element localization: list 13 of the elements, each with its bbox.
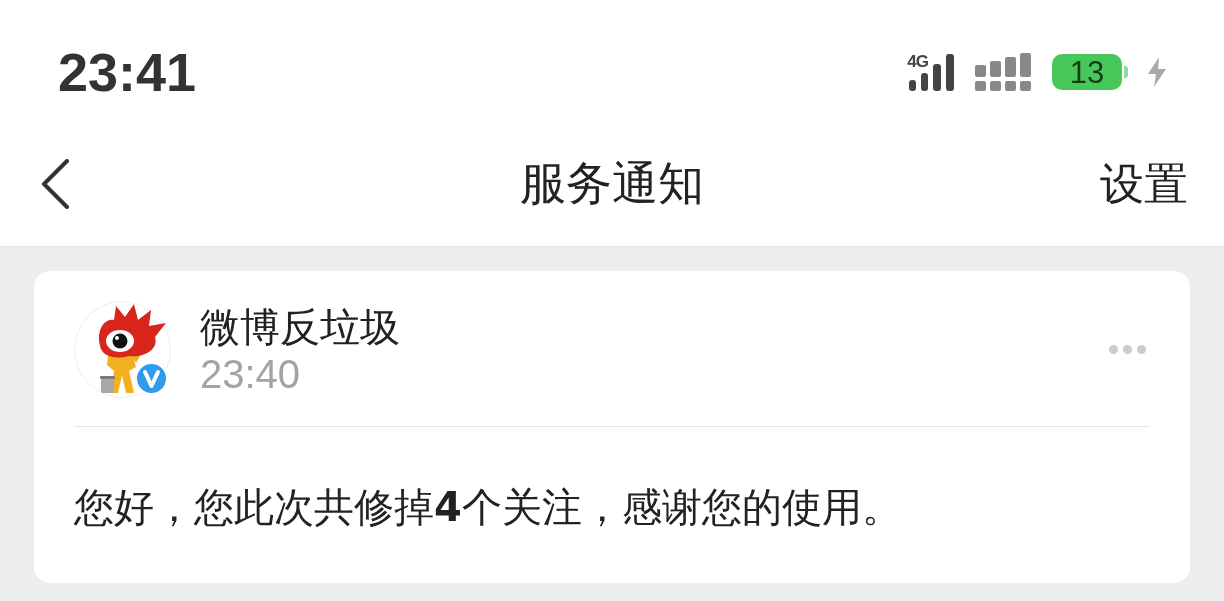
signal-grid-icon bbox=[975, 53, 1032, 91]
sender-name: 微博反垃圾 bbox=[200, 302, 401, 351]
battery-percentage: 13 bbox=[1052, 54, 1122, 90]
charging-bolt-icon bbox=[1148, 57, 1166, 87]
page-title: 服务通知 bbox=[520, 156, 704, 212]
settings-button[interactable]: 设置 bbox=[1100, 157, 1188, 211]
signal-bars-icon bbox=[909, 54, 955, 91]
back-icon bbox=[40, 159, 70, 209]
status-time: 23:41 bbox=[58, 45, 197, 99]
network-type: 4G bbox=[907, 53, 928, 70]
message-time: 23:40 bbox=[200, 350, 302, 397]
message-text: 您好，您此次共修掉4个关注，感谢您的使用。 bbox=[74, 483, 903, 532]
more-icon bbox=[1109, 345, 1146, 354]
